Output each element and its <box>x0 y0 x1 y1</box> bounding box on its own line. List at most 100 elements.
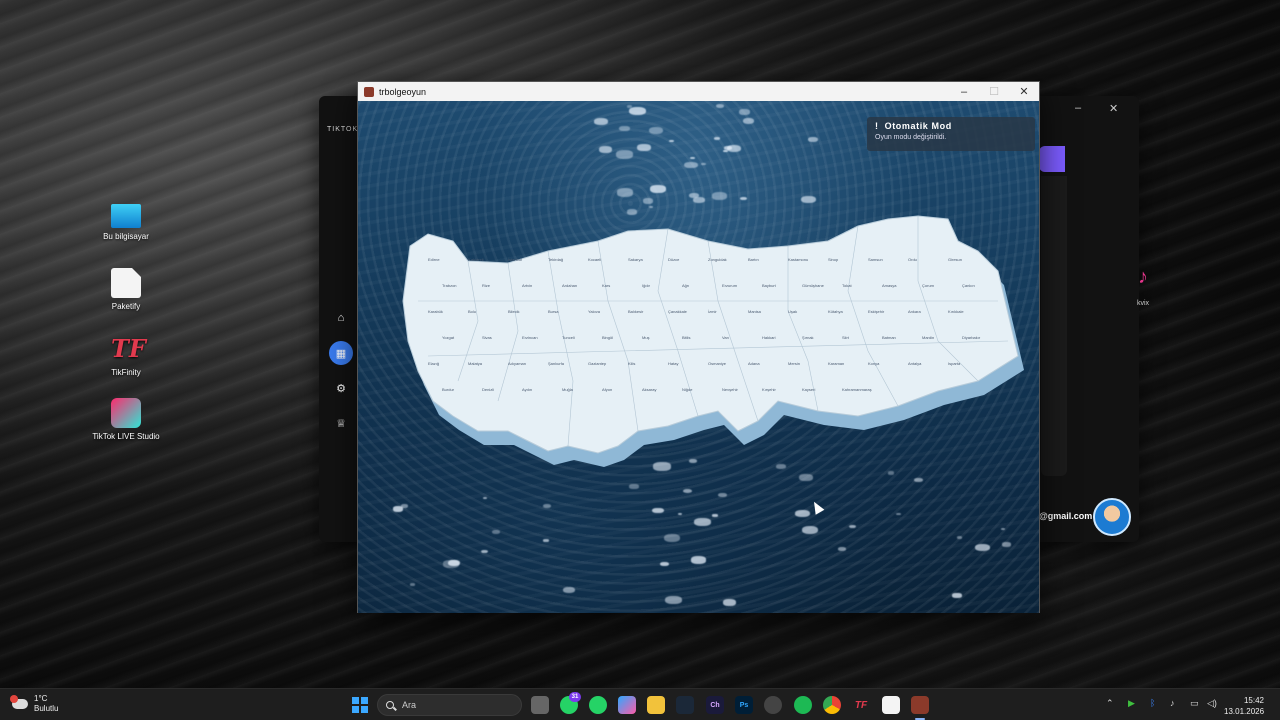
weather-widget[interactable]: 1°C Bulutlu <box>10 694 58 714</box>
province-label[interactable]: Iğdır <box>642 283 651 288</box>
province-label[interactable]: Edirne <box>428 257 440 262</box>
game-window[interactable]: trbolgeoyun – ☐ ✕ Edirne Kırklareli İsta… <box>357 81 1040 613</box>
desktop-icon-paketify[interactable]: Paketify <box>86 268 166 311</box>
province-label[interactable]: Artvin <box>522 283 532 288</box>
province-label[interactable]: Mersin <box>788 361 800 366</box>
province-label[interactable]: Gaziantep <box>588 361 607 366</box>
province-label[interactable]: Muş <box>642 335 650 340</box>
province-label[interactable]: Siirt <box>842 335 850 340</box>
province-label[interactable]: Amasya <box>882 283 897 288</box>
turkey-map[interactable]: Edirne Kırklareli İstanbul Tekirdağ Kocaeli S… <box>358 101 1039 613</box>
trophy-icon[interactable]: ♕ <box>329 411 353 435</box>
province-label[interactable]: Kırklareli <box>468 257 484 262</box>
whatsapp-icon[interactable] <box>589 696 607 714</box>
province-label[interactable]: Burdur <box>442 387 455 392</box>
province-label[interactable]: Kırıkkale <box>948 309 964 314</box>
province-label[interactable]: Sivas <box>482 335 492 340</box>
province-label[interactable]: Düzce <box>668 257 680 262</box>
province-label[interactable]: Ağrı <box>682 283 689 288</box>
province-label[interactable]: Adıyaman <box>508 361 526 366</box>
province-label[interactable]: Kırşehir <box>762 387 776 392</box>
steam-icon[interactable] <box>676 696 694 714</box>
folder-icon[interactable] <box>647 696 665 714</box>
province-label[interactable]: İzmir <box>708 309 717 314</box>
province-label[interactable]: Van <box>722 335 729 340</box>
province-label[interactable]: Kars <box>602 283 610 288</box>
province-label[interactable]: Tekirdağ <box>548 257 563 262</box>
province-label[interactable]: Muğla <box>562 387 574 392</box>
province-label[interactable]: Karabük <box>428 309 443 314</box>
province-label[interactable]: Mardin <box>922 335 934 340</box>
province-label[interactable]: Erzincan <box>522 335 538 340</box>
province-label[interactable]: Sakarya <box>628 257 643 262</box>
province-label[interactable]: Erzurum <box>722 283 738 288</box>
province-label[interactable]: Çanakkale <box>668 309 688 314</box>
province-label[interactable]: Ankara <box>908 309 921 314</box>
province-label[interactable]: Ordu <box>908 257 917 262</box>
microphone-icon[interactable]: ♪ <box>1170 698 1175 708</box>
province-label[interactable]: Bayburt <box>762 283 777 288</box>
province-label[interactable]: Aksaray <box>642 387 656 392</box>
search-box[interactable]: Ara <box>377 694 522 716</box>
tikfinity-icon[interactable]: TF <box>852 696 870 714</box>
province-label[interactable]: Trabzon <box>442 283 457 288</box>
game-app-icon[interactable] <box>911 696 929 714</box>
obs-icon[interactable] <box>764 696 782 714</box>
province-label[interactable]: Diyarbakır <box>962 335 981 340</box>
grid-icon[interactable]: ▦ <box>329 341 353 365</box>
province-label[interactable]: Zonguldak <box>708 257 727 262</box>
province-label[interactable]: Tokat <box>842 283 852 288</box>
desktop-icon-this-pc[interactable]: Bu bilgisayar <box>86 204 166 241</box>
province-label[interactable]: Malatya <box>468 361 483 366</box>
bluetooth-icon[interactable]: ᛒ <box>1150 698 1155 708</box>
province-label[interactable]: Osmaniye <box>708 361 727 366</box>
province-label[interactable]: Yozgat <box>442 335 455 340</box>
province-label[interactable]: Gümüşhane <box>802 283 825 288</box>
province-label[interactable]: Şanlıurfa <box>548 361 565 366</box>
province-label[interactable]: Ardahan <box>562 283 577 288</box>
maximize-button[interactable]: ☐ <box>979 82 1009 101</box>
province-label[interactable]: Elazığ <box>428 361 439 366</box>
volume-icon[interactable]: ◁) <box>1207 698 1217 709</box>
map-viewport[interactable]: Edirne Kırklareli İstanbul Tekirdağ Kocaeli S… <box>358 101 1039 613</box>
province-label[interactable]: Çankırı <box>962 283 975 288</box>
minimize-icon[interactable]: – <box>1075 102 1081 114</box>
province-label[interactable]: Konya <box>868 361 880 366</box>
province-label[interactable]: Hatay <box>668 361 678 366</box>
chrome-icon[interactable] <box>823 696 841 714</box>
chevron-up-icon[interactable]: ⌃ <box>1106 698 1114 709</box>
province-label[interactable]: Adana <box>748 361 760 366</box>
province-label[interactable]: Eskişehir <box>868 309 885 314</box>
copilot-icon[interactable] <box>618 696 636 714</box>
province-label[interactable]: Manisa <box>748 309 762 314</box>
taskbar[interactable]: 1°C Bulutlu Ara 31 Ch Ps TF ⌃ ▶ ᛒ ♪ ▭ ◁)… <box>0 688 1280 720</box>
file-icon[interactable] <box>882 696 900 714</box>
desktop-icon-tiktok-live-studio[interactable]: TikTok LIVE Studio <box>86 398 166 441</box>
province-label[interactable]: Samsun <box>868 257 883 262</box>
province-label[interactable]: Bartın <box>748 257 759 262</box>
province-label[interactable]: İstanbul <box>508 257 522 262</box>
home-icon[interactable]: ⌂ <box>329 306 353 330</box>
province-label[interactable]: Çorum <box>922 283 935 288</box>
province-label[interactable]: Bingöl <box>602 335 613 340</box>
notification-toast[interactable]: ! Otomatik Mod Oyun modu değiştirildi. <box>867 117 1035 151</box>
province-label[interactable]: Rize <box>482 283 491 288</box>
province-label[interactable]: Kütahya <box>828 309 843 314</box>
province-label[interactable]: Bolu <box>468 309 476 314</box>
province-label[interactable]: Kayseri <box>802 387 815 392</box>
province-label[interactable]: Antalya <box>908 361 922 366</box>
spotify-icon[interactable] <box>794 696 812 714</box>
province-label[interactable]: Isparta <box>948 361 961 366</box>
desktop-icon-tikfinity[interactable]: TF TikFinity <box>86 334 166 377</box>
province-label[interactable]: Bursa <box>548 309 559 314</box>
province-label[interactable]: Sinop <box>828 257 839 262</box>
province-label[interactable]: Kastamonu <box>788 257 808 262</box>
accent-tab[interactable] <box>1039 146 1065 172</box>
close-icon[interactable]: ✕ <box>1109 102 1118 115</box>
province-label[interactable]: Nevşehir <box>722 387 738 392</box>
province-label[interactable]: Karaman <box>828 361 844 366</box>
character-animator-icon[interactable]: Ch <box>706 696 724 714</box>
province-label[interactable]: Denizli <box>482 387 494 392</box>
province-label[interactable]: Tunceli <box>562 335 575 340</box>
province-label[interactable]: Afyon <box>602 387 612 392</box>
